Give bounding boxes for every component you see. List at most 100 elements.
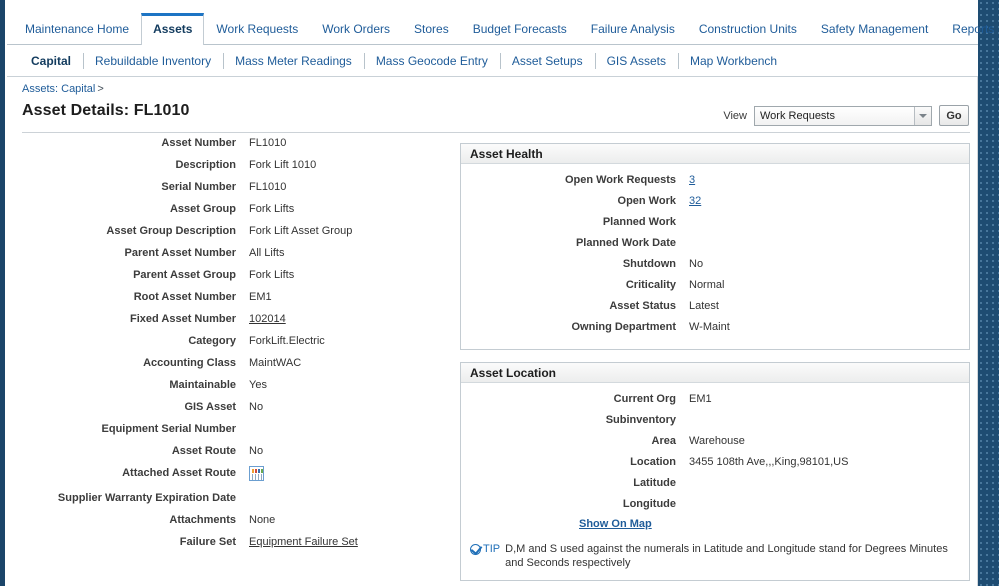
asset-location-panel: Asset Location Current Org EM1 Subinventor… [460, 362, 970, 581]
subtab-mass-meter-readings[interactable]: Mass Meter Readings [223, 52, 364, 69]
detail-label: Parent Asset Group [133, 269, 236, 281]
detail-row: Attachments None [7, 513, 459, 528]
breadcrumb-item-assets-capital[interactable]: Assets: Capital [22, 83, 95, 95]
panel-label: Planned Work Date [575, 237, 676, 249]
detail-value [236, 466, 356, 484]
show-on-map-link[interactable]: Show On Map [579, 518, 652, 530]
panel-value-link[interactable]: 3 [689, 174, 695, 186]
panel-row: Criticality Normal [461, 278, 969, 292]
detail-label: Root Asset Number [133, 291, 236, 303]
detail-row: Parent Asset Number All Lifts [7, 246, 459, 261]
detail-value[interactable]: Equipment Failure Set [236, 535, 446, 550]
view-controls: View Work Requests Go [723, 105, 969, 126]
asset-health-title: Asset Health [461, 144, 969, 164]
detail-label: Maintainable [169, 379, 236, 391]
panel-row: Asset Status Latest [461, 299, 969, 313]
subtab-gis-assets[interactable]: GIS Assets [594, 52, 678, 69]
main-tabbar: Maintenance Home Assets Work Requests Work … [7, 0, 994, 46]
tab-reports[interactable]: Reports [940, 14, 999, 45]
detail-label: Fixed Asset Number [130, 313, 236, 325]
breadcrumb: Assets: Capital > [22, 83, 104, 95]
chevron-down-icon[interactable] [914, 106, 931, 125]
panel-label: Subinventory [605, 414, 676, 426]
detail-row: Asset Route No [7, 444, 459, 459]
detail-value-link[interactable]: 102014 [249, 313, 286, 325]
detail-value: Fork Lift Asset Group [249, 225, 353, 237]
detail-label: Asset Group [169, 203, 236, 215]
detail-row: Description Fork Lift 1010 [7, 158, 459, 173]
detail-label: Asset Group Description [106, 225, 236, 237]
title-divider [22, 132, 970, 133]
panel-row: Current Org EM1 [461, 392, 969, 406]
tab-work-orders[interactable]: Work Orders [310, 14, 402, 45]
panel-row: Shutdown No [461, 257, 969, 271]
detail-value: None [249, 514, 276, 526]
detail-label: Supplier Warranty Expiration Date [57, 492, 236, 504]
detail-value: All Lifts [249, 247, 285, 259]
panel-row: Area Warehouse [461, 434, 969, 448]
panel-value-link[interactable]: 32 [689, 195, 701, 207]
panel-value[interactable]: 32 [676, 194, 969, 208]
panel-row: Planned Work Date [461, 236, 969, 250]
panel-value: Warehouse [689, 435, 745, 447]
detail-label: Serial Number [161, 181, 236, 193]
subtab-map-workbench[interactable]: Map Workbench [677, 52, 789, 69]
asset-location-body: Current Org EM1 Subinventory Area Warehouse L… [461, 383, 969, 580]
panel-label: Latitude [633, 477, 676, 489]
detail-row: Root Asset Number EM1 [7, 290, 459, 305]
side-panels: Asset Health Open Work Requests 3 Open Wor… [460, 143, 970, 586]
panel-row: Latitude [461, 476, 969, 490]
tab-budget-forecasts[interactable]: Budget Forecasts [461, 14, 579, 45]
subtab-asset-setups[interactable]: Asset Setups [499, 52, 595, 69]
asset-route-report-icon[interactable] [249, 466, 264, 481]
tab-stores[interactable]: Stores [402, 14, 461, 45]
tip-row: TIP D,M and S used against the numerals … [461, 538, 969, 572]
detail-value[interactable]: 102014 [236, 312, 356, 327]
panel-row: Subinventory [461, 413, 969, 427]
panel-value[interactable]: 3 [676, 173, 969, 187]
panel-label: Longitude [622, 498, 676, 510]
tab-failure-analysis[interactable]: Failure Analysis [579, 14, 687, 45]
panel-label: Area [651, 435, 676, 447]
detail-label: Description [175, 159, 236, 171]
right-rail [978, 0, 999, 586]
detail-label: Parent Asset Number [124, 247, 236, 259]
tab-maintenance-home[interactable]: Maintenance Home [13, 14, 141, 45]
go-button[interactable]: Go [939, 105, 969, 126]
detail-row: Category ForkLift.Electric [7, 334, 459, 349]
view-select-value: Work Requests [760, 109, 835, 122]
detail-row: Parent Asset Group Fork Lifts [7, 268, 459, 283]
asset-detail-list: Asset Number FL1010 Description Fork Lift 1… [7, 136, 459, 557]
detail-value: ForkLift.Electric [249, 335, 325, 347]
tab-safety-management[interactable]: Safety Management [809, 14, 940, 45]
detail-row: Supplier Warranty Expiration Date [7, 491, 459, 506]
page-root: Maintenance Home Assets Work Requests Work … [0, 0, 999, 586]
subtab-rebuildable-inventory[interactable]: Rebuildable Inventory [83, 52, 223, 69]
panel-label: Owning Department [571, 321, 676, 333]
panel-row: Longitude [461, 497, 969, 511]
detail-label: Accounting Class [143, 357, 236, 369]
view-label: View [723, 109, 747, 122]
tab-assets[interactable]: Assets [141, 13, 205, 46]
main-tabs: Maintenance Home Assets Work Requests Work … [13, 10, 999, 46]
detail-value: MaintWAC [249, 357, 302, 369]
sub-tabbar: Capital Rebuildable Inventory Mass Meter R… [7, 45, 978, 77]
detail-value: Fork Lifts [249, 269, 295, 281]
view-select[interactable]: Work Requests [754, 105, 932, 126]
panel-label: Open Work [617, 195, 676, 207]
detail-label: Attachments [169, 514, 236, 526]
detail-row: Attached Asset Route [7, 466, 459, 484]
panel-value: 3455 108th Ave,,,King,98101,US [689, 456, 849, 468]
asset-location-rows: Current Org EM1 Subinventory Area Warehouse L… [461, 392, 969, 511]
detail-value: Fork Lift 1010 [249, 159, 317, 171]
tab-construction-units[interactable]: Construction Units [687, 14, 809, 45]
tab-work-requests[interactable]: Work Requests [204, 14, 310, 45]
tip-text: D,M and S used against the numerals in L… [505, 543, 948, 569]
detail-row: Accounting Class MaintWAC [7, 356, 459, 371]
detail-value-link[interactable]: Equipment Failure Set [249, 536, 358, 548]
subtab-mass-geocode-entry[interactable]: Mass Geocode Entry [363, 52, 500, 69]
subtab-capital[interactable]: Capital [19, 54, 83, 68]
panel-row: Owning Department W-Maint [461, 320, 969, 334]
panel-row: Planned Work [461, 215, 969, 229]
panel-label: Current Org [613, 393, 676, 405]
